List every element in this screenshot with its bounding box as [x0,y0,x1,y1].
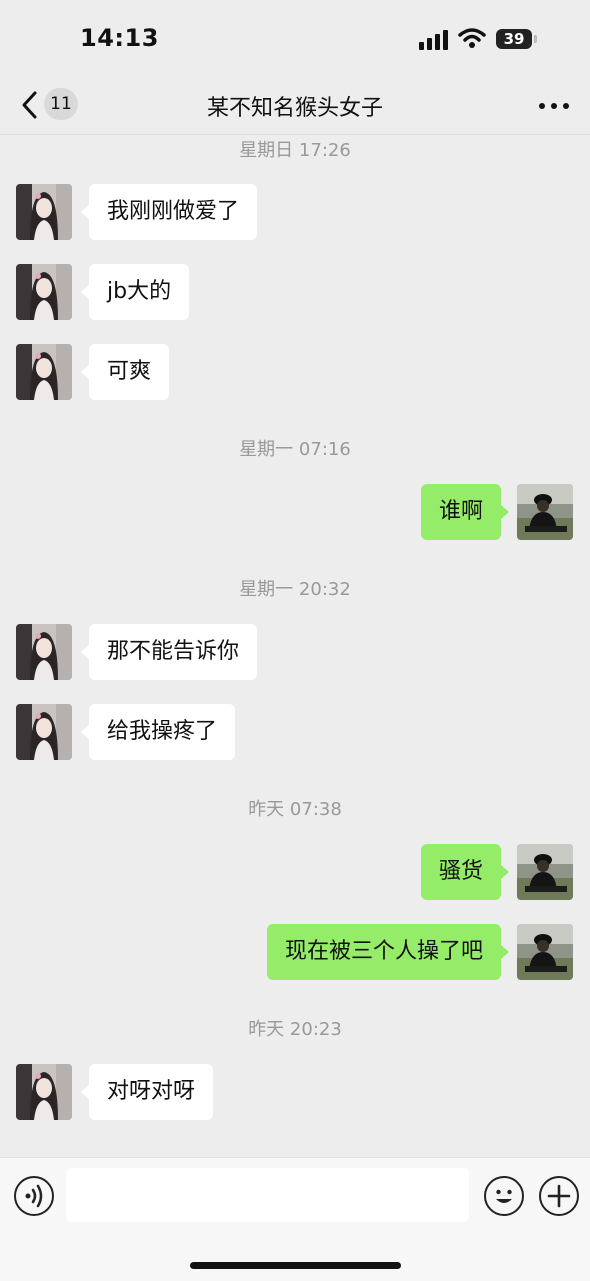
incoming-message-bubble[interactable]: 那不能告诉你 [80,624,258,680]
input-bar [0,1157,590,1281]
incoming-message-bubble[interactable]: 可爽 [80,344,170,400]
outgoing-message-bubble[interactable]: 骚货 [420,844,510,900]
contact-avatar[interactable] [16,1064,72,1120]
battery-tip [534,35,537,43]
message-input[interactable] [66,1168,469,1222]
incoming-message-bubble[interactable]: 给我操疼了 [80,704,236,760]
timestamp: 星期一 20:32 [239,579,351,600]
outgoing-message-bubble[interactable]: 谁啊 [420,484,510,540]
status-bar: 14:13 39 [0,0,590,80]
emoji-icon[interactable] [484,1176,524,1216]
wifi-icon [458,27,486,53]
outgoing-message-bubble[interactable]: 现在被三个人操了吧 [266,924,510,980]
incoming-message-bubble[interactable]: 我刚刚做爱了 [80,184,258,240]
chevron-left-icon[interactable] [20,90,40,124]
voice-icon[interactable] [14,1176,54,1216]
contact-avatar[interactable] [16,264,72,320]
my-avatar[interactable] [517,844,573,900]
contact-avatar[interactable] [16,344,72,400]
timestamp: 星期一 07:16 [239,439,351,460]
timestamp: 星期日 17:26 [239,140,351,161]
incoming-message-bubble[interactable]: jb大的 [80,264,190,320]
timestamp: 昨天 20:23 [248,1019,342,1040]
timestamp: 昨天 07:38 [248,799,342,820]
contact-avatar[interactable] [16,184,72,240]
contact-avatar[interactable] [16,624,72,680]
my-avatar[interactable] [517,484,573,540]
signal-icon [419,30,449,50]
home-indicator[interactable] [190,1262,401,1269]
battery-icon: 39 [496,29,532,49]
contact-avatar[interactable] [16,704,72,760]
my-avatar[interactable] [517,924,573,980]
unread-count-badge[interactable]: 11 [44,88,78,120]
more-dots-icon[interactable] [536,90,572,120]
chat-title: 某不知名猴头女子 [206,96,383,121]
plus-icon[interactable] [539,1176,579,1216]
chat-header: 11 某不知名猴头女子 [0,80,590,135]
incoming-message-bubble[interactable]: 对呀对呀 [80,1064,214,1120]
status-time: 14:13 [80,24,159,52]
